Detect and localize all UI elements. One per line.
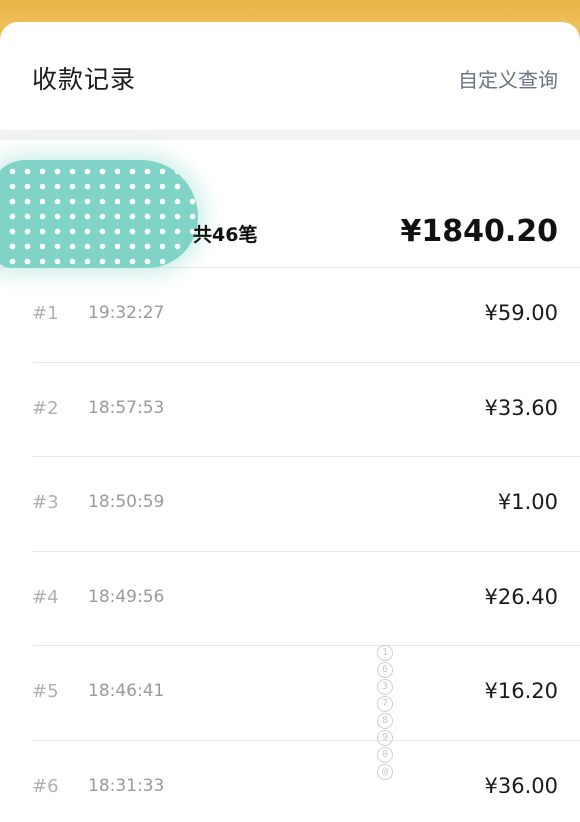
record-time: 18:49:56: [88, 586, 165, 607]
watermark-char: 9: [377, 730, 393, 746]
transaction-count: 共46笔: [193, 224, 258, 246]
redacted-avatar-area: [0, 160, 198, 268]
watermark-char: @: [377, 764, 393, 780]
watermark-char: 7: [377, 696, 393, 712]
list-item[interactable]: #2 18:57:53 ¥33.60: [0, 363, 580, 458]
record-amount: ¥16.20: [484, 679, 558, 704]
watermark-char: 6: [377, 662, 393, 678]
custom-query-link[interactable]: 自定义查询: [458, 64, 558, 93]
watermark-char: 3: [377, 679, 393, 695]
watermark-char: 8: [377, 713, 393, 729]
watermark-char: 0: [377, 747, 393, 763]
record-time: 19:32:27: [88, 303, 165, 323]
record-index: #6: [32, 775, 59, 797]
record-index: #2: [32, 397, 59, 419]
record-amount: ¥33.60: [484, 395, 558, 420]
list-item[interactable]: #6 18:31:33 ¥36.00: [0, 741, 580, 822]
list-item[interactable]: #4 18:49:56 ¥26.40: [0, 552, 580, 647]
record-amount: ¥36.00: [484, 773, 558, 798]
record-index: #4: [32, 586, 59, 608]
section-divider: [0, 130, 580, 140]
record-time: 18:50:59: [88, 492, 165, 513]
list-item[interactable]: #5 18:46:41 ¥16.20: [0, 646, 580, 741]
record-time: 18:31:33: [88, 775, 165, 796]
record-amount: ¥59.00: [484, 301, 558, 325]
record-time: 18:46:41: [88, 681, 165, 702]
record-time: 18:57:53: [88, 397, 165, 418]
watermark-char: 1: [377, 645, 393, 661]
total-amount: ¥1840.20: [400, 214, 558, 249]
record-index: #3: [32, 492, 59, 514]
payment-records-card: 收款记录 自定义查询 共46笔 ¥1840.20 #1 19:32:27 ¥59…: [0, 22, 580, 822]
record-index: #1: [32, 303, 59, 324]
record-amount: ¥26.40: [484, 584, 558, 609]
vertical-watermark: 1 6 3 7 8 9 0 @: [375, 645, 395, 781]
list-item[interactable]: #1 19:32:27 ¥59.00: [0, 268, 580, 363]
records-list: #1 19:32:27 ¥59.00 #2 18:57:53 ¥33.60 #3…: [0, 268, 580, 822]
list-item[interactable]: #3 18:50:59 ¥1.00: [0, 457, 580, 552]
summary-row: 共46笔 ¥1840.20: [0, 140, 580, 268]
record-amount: ¥1.00: [497, 490, 558, 515]
records-header: 收款记录 自定义查询: [0, 22, 580, 130]
page-title: 收款记录: [32, 65, 137, 94]
record-index: #5: [32, 681, 59, 703]
